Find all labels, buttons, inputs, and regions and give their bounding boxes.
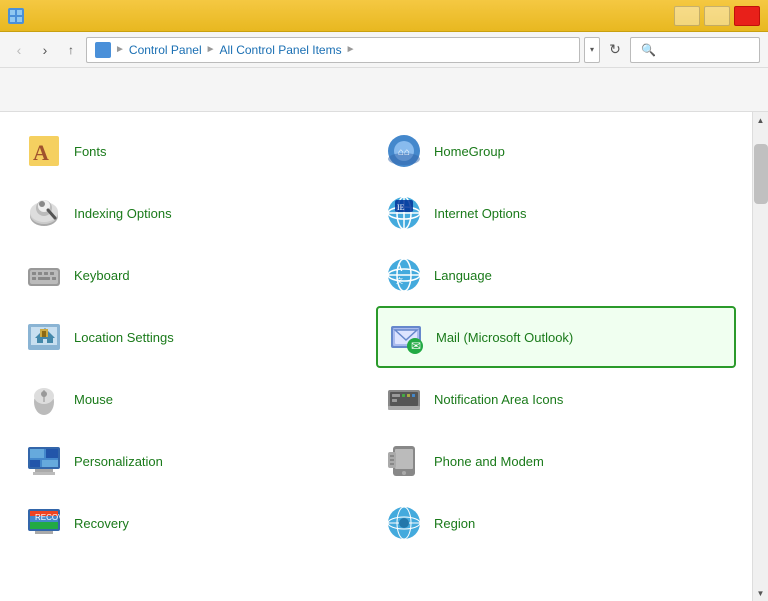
title-bar-left (8, 8, 32, 24)
scrollbar-thumb[interactable] (754, 144, 768, 204)
item-icon-indexing (24, 193, 64, 233)
item-language[interactable]: A 文 Language (376, 244, 736, 306)
item-region[interactable]: Region (376, 492, 736, 554)
item-icon-mail: ✉ (386, 317, 426, 357)
title-bar (0, 0, 768, 32)
item-icon-recovery: RECOVERY (24, 503, 64, 543)
item-icon-location (24, 317, 64, 357)
refresh-button[interactable]: ↻ (604, 39, 626, 61)
item-label-language: Language (434, 268, 492, 283)
scroll-up-arrow[interactable]: ▲ (753, 112, 768, 128)
item-label-recovery: Recovery (74, 516, 129, 531)
item-icon-fonts: A (24, 131, 64, 171)
main-content: A Fonts ⌂⌂ HomeGroup Indexing Options (0, 112, 768, 601)
item-mouse[interactable]: Mouse (16, 368, 376, 430)
address-dropdown-button[interactable]: ▾ (584, 37, 600, 63)
item-icon-keyboard (24, 255, 64, 295)
search-box[interactable]: 🔍 (630, 37, 760, 63)
item-label-fonts: Fonts (74, 144, 107, 159)
item-icon-notification (384, 379, 424, 419)
svg-text:IE: IE (397, 203, 405, 212)
svg-text:✉: ✉ (411, 339, 421, 353)
item-label-mouse: Mouse (74, 392, 113, 407)
item-internet[interactable]: IE Internet Options (376, 182, 736, 244)
item-personalization[interactable]: Personalization (16, 430, 376, 492)
search-icon: 🔍 (641, 43, 656, 57)
svg-text:A: A (33, 140, 49, 165)
item-icon-region (384, 503, 424, 543)
item-label-internet: Internet Options (434, 206, 527, 221)
item-label-keyboard: Keyboard (74, 268, 130, 283)
address-bar: ‹ › ↑ ► Control Panel ► All Control Pane… (0, 32, 768, 68)
item-label-mail: Mail (Microsoft Outlook) (436, 330, 573, 345)
item-icon-mouse (24, 379, 64, 419)
item-label-personalization: Personalization (74, 454, 163, 469)
close-button[interactable] (734, 6, 760, 26)
item-label-homegroup: HomeGroup (434, 144, 505, 159)
item-notification[interactable]: Notification Area Icons (376, 368, 736, 430)
app-icon (8, 8, 24, 24)
item-phone[interactable]: Phone and Modem (376, 430, 736, 492)
items-grid: A Fonts ⌂⌂ HomeGroup Indexing Options (0, 112, 752, 601)
item-label-phone: Phone and Modem (434, 454, 544, 469)
item-label-location: Location Settings (74, 330, 174, 345)
item-mail[interactable]: ✉ Mail (Microsoft Outlook) (376, 306, 736, 368)
forward-button[interactable]: › (34, 39, 56, 61)
svg-text:⌂⌂: ⌂⌂ (398, 147, 410, 158)
breadcrumb-control-panel[interactable]: Control Panel (129, 43, 202, 57)
scroll-down-arrow[interactable]: ▼ (753, 585, 768, 601)
item-fonts[interactable]: A Fonts (16, 120, 376, 182)
restore-button[interactable] (704, 6, 730, 26)
item-icon-personalization (24, 441, 64, 481)
item-homegroup[interactable]: ⌂⌂ HomeGroup (376, 120, 736, 182)
item-label-region: Region (434, 516, 475, 531)
breadcrumb-bar: ► Control Panel ► All Control Panel Item… (86, 37, 580, 63)
breadcrumb-all-items[interactable]: All Control Panel Items (220, 43, 342, 57)
item-location[interactable]: Location Settings (16, 306, 376, 368)
item-icon-phone (384, 441, 424, 481)
toolbar (0, 68, 768, 112)
item-icon-internet: IE (384, 193, 424, 233)
item-recovery[interactable]: RECOVERY Recovery (16, 492, 376, 554)
back-button[interactable]: ‹ (8, 39, 30, 61)
breadcrumb-icon (95, 42, 111, 58)
svg-text:RECOVERY: RECOVERY (35, 513, 63, 522)
svg-text:文: 文 (396, 276, 403, 285)
scrollbar[interactable]: ▲ ▼ (752, 112, 768, 601)
item-label-indexing: Indexing Options (74, 206, 172, 221)
up-button[interactable]: ↑ (60, 39, 82, 61)
item-keyboard[interactable]: Keyboard (16, 244, 376, 306)
item-icon-language: A 文 (384, 255, 424, 295)
item-label-notification: Notification Area Icons (434, 392, 563, 407)
svg-text:A: A (396, 263, 403, 273)
minimize-button[interactable] (674, 6, 700, 26)
items-area: A Fonts ⌂⌂ HomeGroup Indexing Options (0, 112, 768, 601)
item-indexing[interactable]: Indexing Options (16, 182, 376, 244)
item-icon-homegroup: ⌂⌂ (384, 131, 424, 171)
window-controls (674, 6, 760, 26)
